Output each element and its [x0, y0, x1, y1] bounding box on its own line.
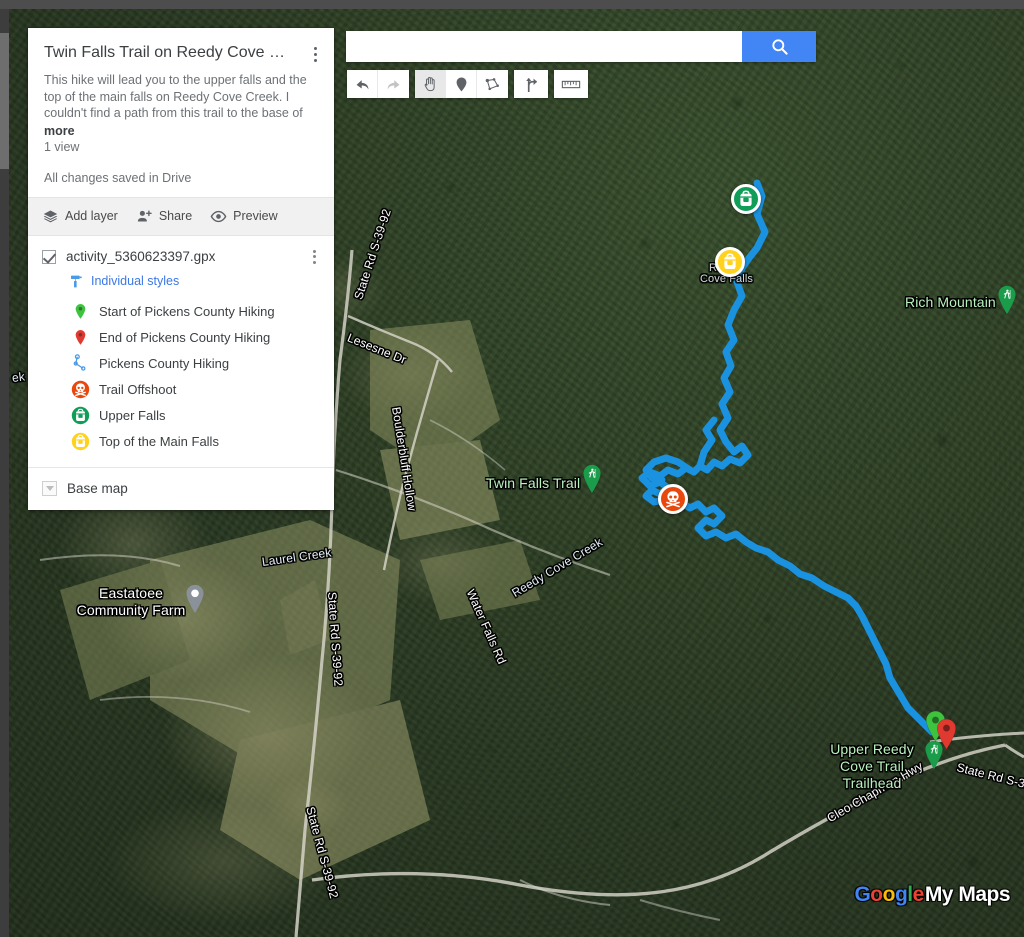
layer-feature-row[interactable]: Top of the Main Falls [28, 429, 334, 455]
place-dot-icon [186, 584, 204, 614]
map-poi-pin[interactable] [184, 584, 206, 619]
layer-item[interactable]: activity_5360623397.gpx [28, 246, 334, 268]
my-maps-wordmark: My Maps [924, 883, 1011, 906]
draw-tools-group [415, 70, 508, 98]
layer-feature-label: Trail Offshoot [99, 382, 177, 397]
google-letter: g [894, 883, 908, 906]
google-letter: e [912, 883, 925, 906]
top-of-main-falls-marker[interactable] [715, 247, 745, 277]
map-poi-pin[interactable] [581, 464, 603, 499]
page-scrollbar[interactable] [0, 9, 9, 937]
panel-action-bar: Add layer Share Preview [28, 196, 334, 236]
undo-arrow-icon [356, 79, 368, 89]
eye-icon [210, 210, 227, 222]
layer-menu-button[interactable] [306, 248, 322, 266]
directions-group [514, 70, 548, 98]
window-top-strip [0, 0, 1024, 9]
preview-button[interactable]: Preview [210, 208, 278, 225]
directions-fork-icon [525, 77, 537, 92]
layer-feature-row[interactable]: Upper Falls [28, 403, 334, 429]
base-map-label: Base map [67, 480, 128, 496]
share-button[interactable]: Share [136, 208, 192, 225]
google-my-maps-logo: Google My Maps [854, 883, 1010, 907]
google-letter: G [854, 883, 871, 906]
search-icon [771, 39, 788, 55]
layer-feature-label: Start of Pickens County Hiking [99, 304, 275, 319]
pan-tool-button[interactable] [415, 70, 446, 98]
add-layer-label: Add layer [65, 209, 118, 223]
undo-button[interactable] [347, 70, 378, 98]
preview-label: Preview [233, 209, 278, 223]
add-marker-button[interactable] [446, 70, 477, 98]
upper-falls-marker[interactable] [731, 184, 761, 214]
map-info-panel: Twin Falls Trail on Reedy Cove Cre... Th… [28, 28, 334, 510]
panel-header: Twin Falls Trail on Reedy Cove Cre... Th… [28, 28, 334, 197]
hand-icon [424, 76, 435, 91]
draw-line-button[interactable] [477, 70, 508, 98]
search-button[interactable] [742, 31, 816, 62]
redo-button[interactable] [378, 70, 409, 98]
history-button-group [347, 70, 409, 98]
google-wordmark: Google [854, 883, 925, 907]
layer-feature-row[interactable]: Pickens County Hiking [28, 351, 334, 377]
map-pin-icon [70, 302, 90, 322]
redo-arrow-icon [387, 79, 400, 89]
individual-styles-button[interactable]: Individual styles [28, 268, 334, 297]
layer-list: activity_5360623397.gpx Individual style… [28, 236, 334, 467]
chevron-down-icon[interactable] [42, 480, 57, 496]
map-poi-pin[interactable] [996, 285, 1018, 320]
description-more-link[interactable]: more [44, 124, 318, 138]
layer-feature-label: Upper Falls [99, 408, 166, 423]
search-input[interactable] [346, 31, 742, 62]
end-pin-marker[interactable] [935, 718, 958, 755]
trail-offshoot-marker[interactable] [658, 484, 688, 514]
layer-name: activity_5360623397.gpx [66, 249, 216, 264]
person-add-icon [137, 209, 152, 221]
polyline-icon [485, 77, 499, 90]
individual-styles-label: Individual styles [91, 273, 180, 288]
map-pin-icon [70, 328, 90, 348]
layer-feature-label: Top of the Main Falls [99, 434, 219, 449]
polyline-icon [70, 354, 90, 374]
measure-button[interactable] [554, 70, 588, 98]
google-letter: o [882, 883, 896, 906]
measure-group [554, 70, 588, 98]
scrollbar-thumb[interactable] [0, 33, 9, 169]
hiker-icon [583, 464, 601, 494]
layers-icon [43, 209, 58, 222]
layer-feature-list: Start of Pickens County Hiking End of Pic… [28, 297, 334, 463]
view-count: 1 view [44, 139, 80, 154]
map-title: Twin Falls Trail on Reedy Cove Cre... [44, 44, 309, 61]
save-status: All changes saved in Drive [44, 170, 192, 185]
layer-feature-row[interactable]: Start of Pickens County Hiking [28, 299, 334, 325]
my-maps-app: State Rd S-39-92 Lesesne Dr Boulderbluff H… [0, 0, 1024, 937]
directions-button[interactable] [514, 70, 548, 98]
google-letter: o [870, 883, 883, 906]
map-pin-icon [936, 718, 957, 750]
layer-visibility-checkbox[interactable] [42, 249, 56, 264]
panel-menu-button[interactable] [306, 44, 324, 64]
layer-feature-label: Pickens County Hiking [99, 356, 230, 371]
backpack-icon [70, 432, 90, 452]
layer-feature-label: End of Pickens County Hiking [99, 330, 271, 345]
map-edit-toolbar [347, 70, 588, 98]
layer-feature-row[interactable]: End of Pickens County Hiking [28, 325, 334, 351]
map-description: This hike will lead you to the upper fal… [44, 73, 307, 120]
paint-roller-icon [71, 275, 82, 287]
backpack-icon [70, 406, 90, 426]
map-search-bar [346, 31, 816, 62]
add-layer-button[interactable]: Add layer [42, 208, 118, 225]
ruler-icon [561, 80, 581, 88]
hiker-icon [998, 285, 1016, 315]
layer-feature-row[interactable]: Trail Offshoot [28, 377, 334, 403]
base-map-selector[interactable]: Base map [28, 466, 334, 510]
map-pin-icon [456, 77, 466, 91]
skull-crossbones-icon [70, 380, 90, 400]
share-label: Share [158, 209, 193, 223]
